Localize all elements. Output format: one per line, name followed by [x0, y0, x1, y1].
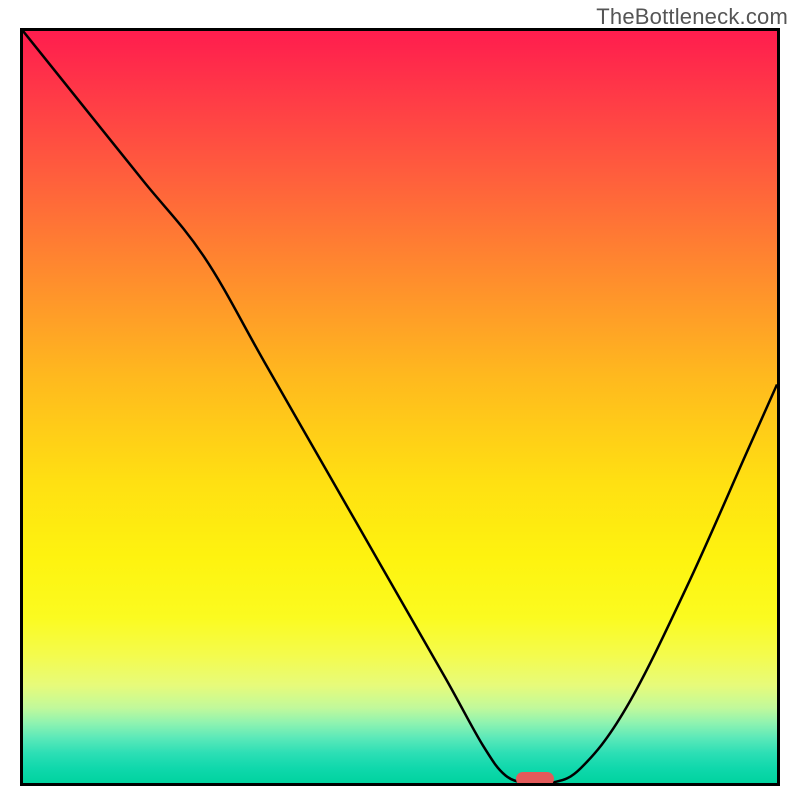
bottleneck-curve-path — [23, 31, 777, 783]
plot-frame — [20, 28, 780, 786]
watermark-text: TheBottleneck.com — [596, 4, 788, 30]
optimum-marker — [516, 772, 554, 786]
curve-svg — [23, 31, 777, 783]
chart-container: TheBottleneck.com — [0, 0, 800, 800]
